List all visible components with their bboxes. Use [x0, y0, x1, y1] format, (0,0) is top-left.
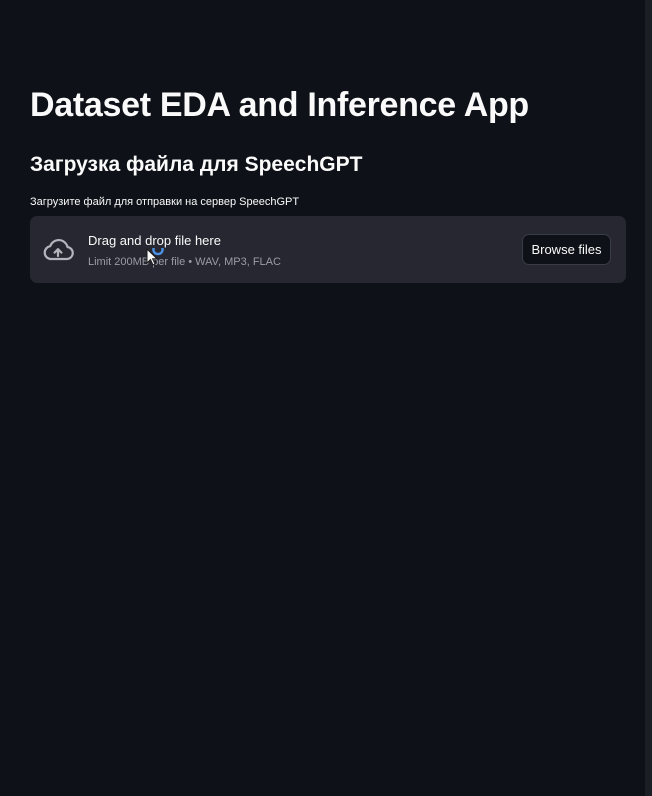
section-subheader: Загрузка файла для SpeechGPT: [30, 153, 363, 176]
app-root: Dataset EDA and Inference App Загрузка ф…: [0, 0, 652, 796]
browse-files-button[interactable]: Browse files: [522, 234, 611, 265]
file-dropzone[interactable]: Drag and drop file here Limit 200MB per …: [30, 216, 626, 283]
cloud-upload-icon: [42, 237, 74, 263]
page-title: Dataset EDA and Inference App: [30, 86, 529, 124]
mouse-cursor-icon: [146, 243, 166, 270]
scrollbar-track[interactable]: [645, 0, 652, 796]
dropzone-limit-text: Limit 200MB per file • WAV, MP3, FLAC: [88, 256, 281, 268]
dropzone-instructions: Drag and drop file here: [88, 233, 221, 248]
file-uploader-label: Загрузите файл для отправки на сервер Sp…: [30, 196, 300, 208]
